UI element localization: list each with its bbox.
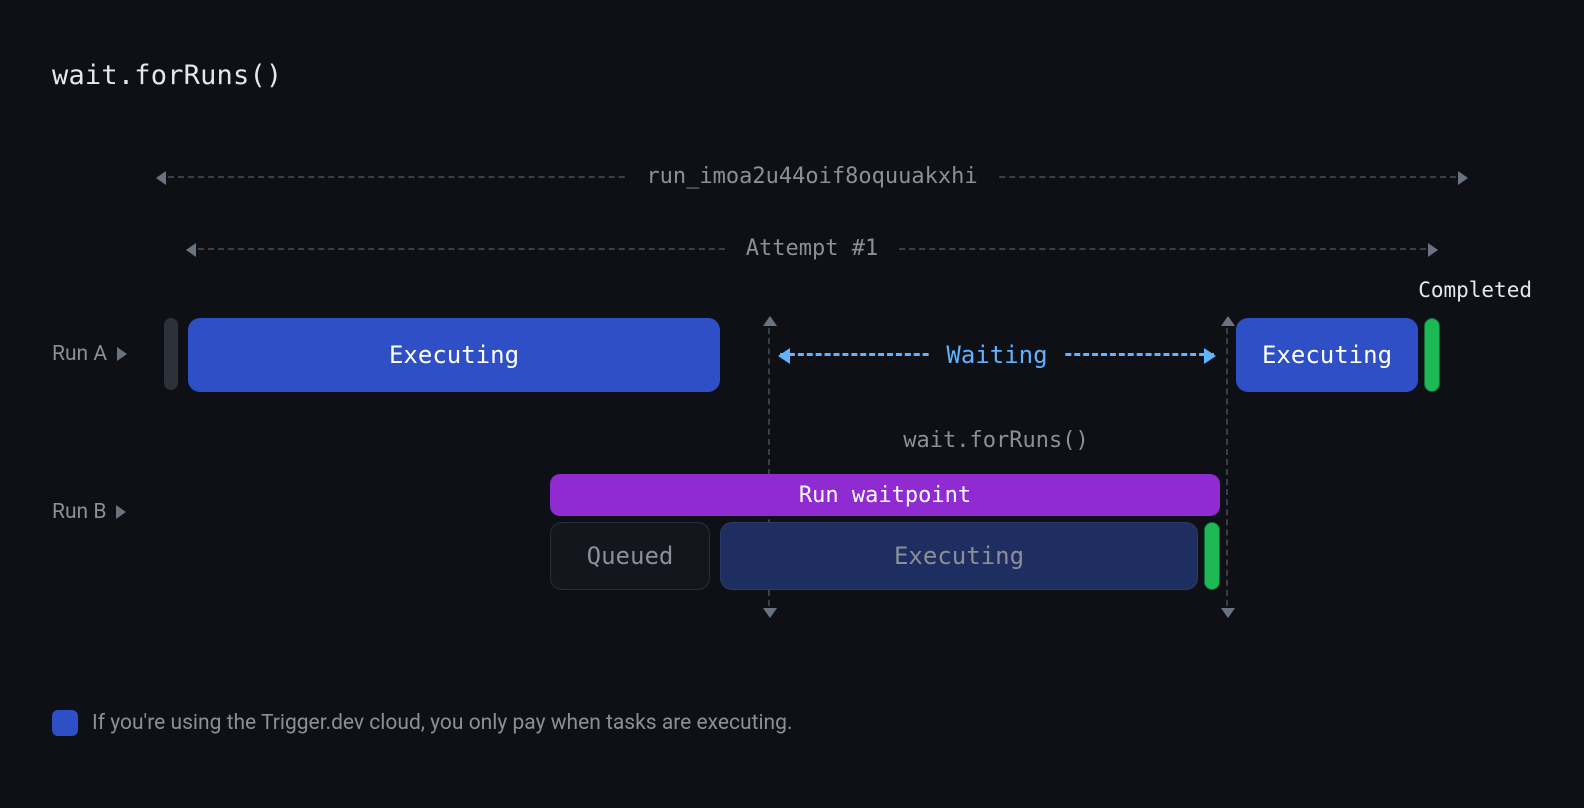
arrow-left-icon [778,348,790,364]
attempt-span: Attempt #1 [188,248,1436,250]
run-b-exec-text: Executing [894,542,1024,570]
run-waitpoint: Run waitpoint [550,474,1220,516]
run-a-waiting: Waiting [780,353,1214,356]
tick-icon [1221,316,1235,326]
tick-icon [763,316,777,326]
arrow-right-icon [1204,348,1216,364]
tick-icon [763,608,777,618]
run-a-executing-1: Executing [188,318,720,392]
chevron-right-icon [116,505,126,519]
run-a-wait-text: Waiting [930,341,1063,369]
tick-icon [1221,608,1235,618]
wait-for-runs-label: wait.forRuns() [800,428,1192,453]
attempt-label: Attempt #1 [728,236,896,261]
guide-line-2 [1226,318,1228,616]
completed-label: Completed [1418,278,1532,302]
run-b-queued-text: Queued [587,542,674,570]
arrow-right-icon [1458,171,1468,185]
footer-note-text: If you're using the Trigger.dev cloud, y… [92,711,792,735]
footer-note: If you're using the Trigger.dev cloud, y… [52,710,792,736]
run-a-executing-2: Executing [1236,318,1418,392]
page-title: wait.forRuns() [52,60,282,91]
arrow-right-icon [1428,243,1438,257]
run-id-label: run_imoa2u44oif8oquuakxhi [628,164,995,189]
run-b-executing: Executing [720,522,1198,590]
run-a-start-cap [164,318,178,390]
run-id-span: run_imoa2u44oif8oquuakxhi [158,176,1466,178]
run-b-queued: Queued [550,522,710,590]
run-b-end-cap [1204,522,1220,590]
run-a-exec2-text: Executing [1262,341,1392,369]
row-b-text: Run B [52,500,106,524]
arrow-left-icon [156,171,166,185]
run-waitpoint-text: Run waitpoint [799,483,971,508]
run-a-exec1-text: Executing [389,341,519,369]
blue-swatch-icon [52,710,78,736]
run-a-end-cap [1424,318,1440,392]
wfr-text: wait.forRuns() [903,428,1088,453]
row-a-text: Run A [52,342,107,366]
row-a-label: Run A [52,342,127,366]
row-b-label: Run B [52,500,126,524]
chevron-right-icon [117,347,127,361]
arrow-left-icon [186,243,196,257]
